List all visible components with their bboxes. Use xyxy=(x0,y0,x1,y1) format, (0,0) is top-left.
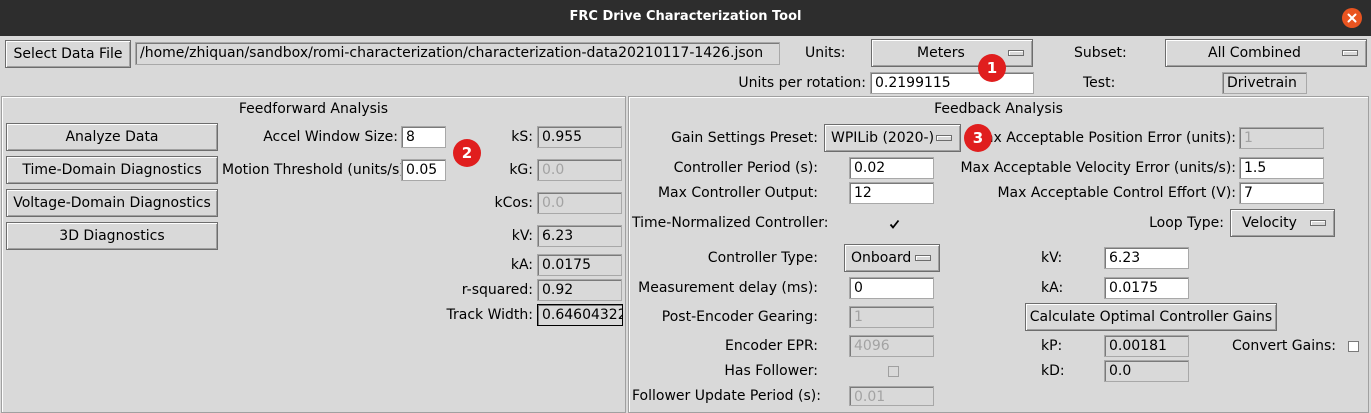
units-per-rotation-label: Units per rotation: xyxy=(738,75,866,91)
kp-label: kP: xyxy=(1041,338,1063,354)
feedback-title: Feedback Analysis xyxy=(934,101,1063,117)
dropdown-indicator-icon xyxy=(1342,50,1358,56)
annotation-badge-1: 1 xyxy=(978,54,1006,82)
close-window-button[interactable] xyxy=(1342,8,1362,28)
max-control-effort-label: Max Acceptable Control Effort (V): xyxy=(997,185,1236,201)
select-data-file-button[interactable]: Select Data File xyxy=(5,40,131,68)
max-control-effort-input[interactable]: 7 xyxy=(1239,182,1324,204)
feedback-kv-label: kV: xyxy=(1041,250,1063,266)
max-position-error-label: Max Acceptable Position Error (units): xyxy=(972,130,1236,146)
annotation-badge-3: 3 xyxy=(964,124,992,152)
kcos-label: kCos: xyxy=(494,195,533,211)
units-dropdown[interactable]: Meters xyxy=(871,39,1033,67)
analyze-data-button[interactable]: Analyze Data xyxy=(6,123,218,151)
has-follower-checkbox xyxy=(888,366,899,377)
title-bar: FRC Drive Characterization Tool xyxy=(0,0,1371,36)
3d-diagnostics-button[interactable]: 3D Diagnostics xyxy=(6,222,218,250)
loop-type-value: Velocity xyxy=(1242,215,1297,231)
kg-value: 0.0 xyxy=(537,159,622,181)
loop-type-dropdown[interactable]: Velocity xyxy=(1230,209,1335,237)
close-icon xyxy=(1347,13,1357,23)
track-width-label: Track Width: xyxy=(446,307,533,323)
track-width-value: 0.646043226 xyxy=(537,304,623,326)
window-title: FRC Drive Characterization Tool xyxy=(569,9,802,24)
ka-label: kA: xyxy=(510,257,533,273)
encoder-epr-input: 4096 xyxy=(849,335,934,357)
loop-type-label: Loop Type: xyxy=(1149,215,1224,231)
kv-label: kV: xyxy=(511,228,533,244)
dropdown-indicator-icon xyxy=(1008,50,1024,56)
test-field: Drivetrain xyxy=(1222,72,1307,94)
max-position-error-input: 1 xyxy=(1239,127,1324,149)
controller-type-dropdown[interactable]: Onboard xyxy=(844,244,940,272)
feedback-ka-input[interactable]: 0.0175 xyxy=(1104,277,1189,299)
annotation-badge-2: 2 xyxy=(453,139,481,167)
kg-label: kG: xyxy=(509,162,533,178)
units-label: Units: xyxy=(805,45,846,61)
has-follower-label: Has Follower: xyxy=(724,363,818,379)
feedforward-title: Feedforward Analysis xyxy=(238,101,389,117)
post-encoder-input: 1 xyxy=(849,306,934,328)
dropdown-indicator-icon xyxy=(936,135,952,141)
controller-type-value: Onboard xyxy=(851,250,912,266)
subset-dropdown[interactable]: All Combined xyxy=(1165,39,1367,67)
max-output-label: Max Controller Output: xyxy=(657,185,818,201)
encoder-epr-label: Encoder EPR: xyxy=(725,338,818,354)
max-velocity-error-label: Max Acceptable Velocity Error (units/s): xyxy=(960,160,1236,176)
follower-period-input: 0.01 xyxy=(849,386,934,406)
controller-period-input[interactable]: 0.02 xyxy=(849,157,934,179)
ks-value: 0.955 xyxy=(537,126,622,148)
gain-preset-dropdown[interactable]: WPILib (2020-) xyxy=(824,124,961,152)
checkmark-icon xyxy=(889,219,900,229)
r-squared-value: 0.92 xyxy=(537,279,622,301)
post-encoder-label: Post-Encoder Gearing: xyxy=(661,309,818,325)
kd-value: 0.0 xyxy=(1104,360,1189,382)
kcos-value: 0.0 xyxy=(537,192,622,214)
measurement-delay-input[interactable]: 0 xyxy=(849,277,934,299)
ka-value: 0.0175 xyxy=(537,254,622,276)
subset-dropdown-value: All Combined xyxy=(1208,45,1301,61)
units-dropdown-value: Meters xyxy=(917,45,965,61)
motion-threshold-label: Motion Threshold (units/s): xyxy=(222,162,410,178)
time-normalized-label: Time-Normalized Controller: xyxy=(632,215,829,231)
gain-preset-label: Gain Settings Preset: xyxy=(671,130,818,146)
kv-value: 6.23 xyxy=(537,225,622,247)
dropdown-indicator-icon xyxy=(1310,220,1326,226)
accel-window-label: Accel Window Size: xyxy=(263,129,398,145)
time-domain-diagnostics-button[interactable]: Time-Domain Diagnostics xyxy=(6,156,218,184)
r-squared-label: r-squared: xyxy=(461,282,533,298)
controller-type-label: Controller Type: xyxy=(707,250,818,266)
convert-gains-checkbox[interactable] xyxy=(1348,341,1359,352)
max-output-input[interactable]: 12 xyxy=(849,182,934,204)
calculate-gains-button[interactable]: Calculate Optimal Controller Gains xyxy=(1025,303,1277,331)
convert-gains-label: Convert Gains: xyxy=(1231,338,1336,354)
subset-label: Subset: xyxy=(1074,45,1127,61)
kd-label: kD: xyxy=(1041,363,1065,379)
controller-period-label: Controller Period (s): xyxy=(673,160,818,176)
dropdown-indicator-icon xyxy=(915,255,931,261)
feedback-kv-input[interactable]: 6.23 xyxy=(1104,247,1189,269)
measurement-delay-label: Measurement delay (ms): xyxy=(638,280,818,296)
units-per-rotation-input[interactable]: 0.2199115 xyxy=(870,72,1034,94)
kp-value: 0.00181 xyxy=(1104,335,1189,357)
test-label: Test: xyxy=(1083,75,1116,91)
gain-preset-value: WPILib (2020-) xyxy=(831,130,935,146)
max-velocity-error-input[interactable]: 1.5 xyxy=(1239,157,1324,179)
time-normalized-checkbox[interactable] xyxy=(888,218,900,229)
feedback-ka-label: kA: xyxy=(1041,280,1064,296)
voltage-domain-diagnostics-button[interactable]: Voltage-Domain Diagnostics xyxy=(6,189,218,217)
file-path-field[interactable]: /home/zhiquan/sandbox/romi-characterizat… xyxy=(135,42,780,65)
follower-period-label: Follower Update Period (s): xyxy=(632,388,821,404)
